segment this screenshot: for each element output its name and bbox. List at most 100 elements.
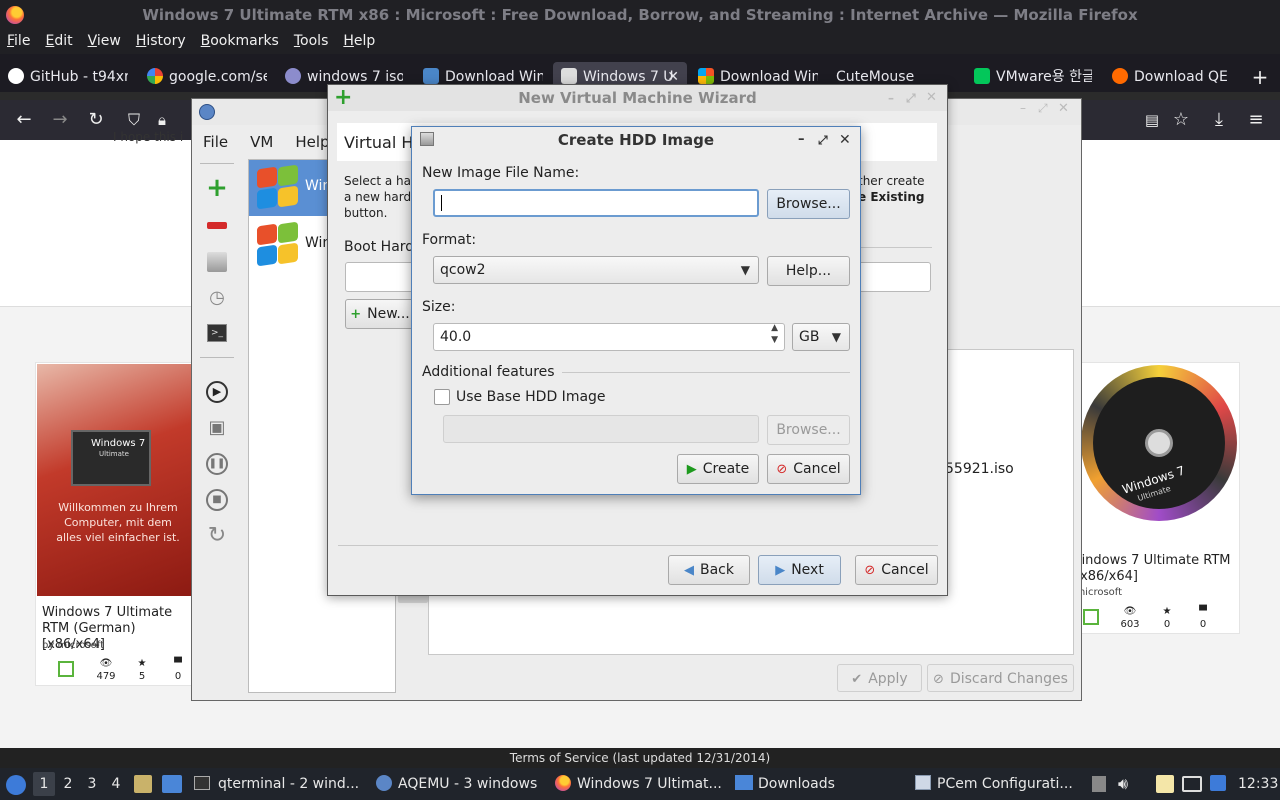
new-hdd-button[interactable]: + New... [345,299,415,329]
task-pcem[interactable]: PCem Configurati... [915,768,1085,800]
workspace-4[interactable]: 4 [105,772,127,796]
card-title[interactable]: Windows 7 Ultimate RTM [x86/x64] [1075,553,1235,585]
reload-icon[interactable]: ↻ [84,108,108,132]
use-base-hdd-label[interactable]: Use Base HDD Image [456,389,606,405]
tabbar-spacer [0,54,1280,62]
shield-icon[interactable]: ⛉ [122,108,146,132]
boot-hdd-path-field[interactable] [345,262,415,292]
show-desktop-icon[interactable] [162,775,182,793]
card-author[interactable]: by microsoft [42,640,104,651]
image-name-input[interactable] [433,189,759,217]
workspace-3[interactable]: 3 [81,772,103,796]
hdd-minimize-icon[interactable]: – [798,127,805,153]
apply-button[interactable]: ✔ Apply [837,664,922,692]
add-vm-icon[interactable]: + [206,175,228,201]
menu-view[interactable]: View [81,30,129,54]
task-downloads[interactable]: Downloads [735,768,905,800]
next-button[interactable]: ▶ Next [758,555,841,585]
tray-bar-icon[interactable] [1092,776,1106,792]
tab-github[interactable]: GitHub - t94xr [8,62,128,92]
terminal-icon[interactable]: >_ [206,323,228,345]
back-icon[interactable]: ← [12,108,36,132]
back-button[interactable]: ◀ Back [668,555,750,585]
remove-vm-icon[interactable] [206,215,228,237]
size-unit-select[interactable]: GB ▼ [792,323,850,351]
bookmark-star-icon[interactable]: ☆ [1169,108,1193,132]
discard-changes-button[interactable]: ⊘ Discard Changes [927,664,1074,692]
display-icon[interactable] [1182,776,1202,792]
play-arrow-icon: ▶ [686,462,697,477]
workspace-1[interactable]: 1 [33,772,55,796]
comment-icon: ▀ [174,658,182,669]
download-save-icon[interactable] [58,661,74,677]
forward-icon[interactable]: → [48,108,72,132]
back-arrow-icon: ◀ [684,563,694,578]
file-manager-launcher-icon[interactable] [134,775,152,793]
downloads-icon[interactable]: ⤓ [1207,108,1231,132]
task-aqemu[interactable]: AQEMU - 3 windows [376,768,546,800]
menu-history[interactable]: History [129,30,194,54]
hdd-close-icon[interactable]: ✕ [839,127,851,153]
aqemu-close-icon[interactable]: ✕ [1058,101,1069,116]
tab-download-qemu[interactable]: Download QE [1112,62,1234,92]
result-card-disc[interactable]: Windows 7 Ultimate Windows 7 Ultimate RT… [1074,362,1240,634]
tab-vmware[interactable]: VMware용 한글 [974,62,1092,92]
menu-help[interactable]: Help [336,30,383,54]
result-card-german[interactable]: Windows 7 Ultimate Willkommen zu Ihrem C… [35,362,195,686]
hdd-maximize-icon[interactable]: ⤢ [818,127,828,153]
windows-logo-icon [255,164,299,210]
aqemu-menu-vm[interactable]: VM [239,129,284,155]
volume-icon[interactable]: 🔊︎ [1118,772,1128,796]
hdd-cancel-button[interactable]: ⊘ Cancel [767,454,850,484]
reader-view-icon[interactable]: ▤ [1140,108,1164,132]
hdd-dialog-title: Create HDD Image [557,131,715,149]
boot-hdd-path-field-right[interactable] [858,262,931,292]
help-button[interactable]: Help... [767,256,850,286]
tab-google[interactable]: google.com/se [147,62,267,92]
wizard-maximize-icon[interactable]: ⤢ [906,85,916,111]
card-author[interactable]: by microsoft [1075,587,1145,598]
stop-icon[interactable]: ■ [206,489,228,511]
clipboard-icon[interactable] [1156,775,1174,793]
wizard-cancel-button[interactable]: ⊘ Cancel [855,555,938,585]
workspace-2[interactable]: 2 [57,772,79,796]
aqemu-minimize-icon[interactable]: – [1020,101,1026,115]
play-icon[interactable]: ▶ [206,381,228,403]
save-state-icon[interactable]: ▣ [206,417,228,439]
base-hdd-path-input[interactable] [443,415,759,443]
aqemu-menu-file[interactable]: File [192,129,239,155]
task-qterminal[interactable]: qterminal - 2 wind... [194,768,364,800]
menu-bookmarks[interactable]: Bookmarks [194,30,287,54]
aqemu-maximize-icon[interactable]: ⤢ [1038,101,1048,116]
wizard-minimize-icon[interactable]: – [888,85,894,111]
pause-icon[interactable]: ❚❚ [206,453,228,475]
size-spinbox[interactable]: 40.0 ▲ ▼ [433,323,785,351]
base-browse-button[interactable]: Browse... [767,415,850,445]
group-separator [860,247,932,248]
wizard-description: Select a har a new hard button. [344,174,416,220]
network-icon[interactable] [1210,775,1226,791]
clock-icon[interactable]: ◷ [206,287,228,309]
task-firefox[interactable]: Windows 7 Ultimat... [555,768,725,800]
dvd-disc-image: Windows 7 Ultimate [1081,365,1237,521]
splitter-handle[interactable] [398,595,428,603]
hdd-manager-icon[interactable] [206,251,228,273]
menu-edit[interactable]: Edit [38,30,80,54]
lock-icon[interactable]: 🔒︎ [150,108,174,132]
clock[interactable]: 12:33 [1238,768,1278,800]
reset-icon[interactable]: ↻ [206,525,228,547]
download-save-icon[interactable] [1083,609,1099,625]
browse-button[interactable]: Browse... [767,189,850,219]
use-base-hdd-checkbox[interactable] [434,389,450,405]
terms-of-service-link[interactable]: Terms of Service (last updated 12/31/201… [0,748,1280,768]
spin-arrows-icon[interactable]: ▲ ▼ [771,322,778,346]
format-select[interactable]: qcow2 ▼ [433,256,759,284]
create-button[interactable]: ▶ Create [677,454,759,484]
hamburger-menu-icon[interactable]: ≡ [1244,108,1268,132]
menu-tools[interactable]: Tools [287,30,337,54]
start-menu-icon[interactable] [6,775,26,795]
menu-file[interactable]: File [0,30,38,54]
new-tab-button[interactable]: + [1250,62,1270,92]
blog-icon [974,68,990,84]
wizard-close-icon[interactable]: ✕ [926,85,937,111]
